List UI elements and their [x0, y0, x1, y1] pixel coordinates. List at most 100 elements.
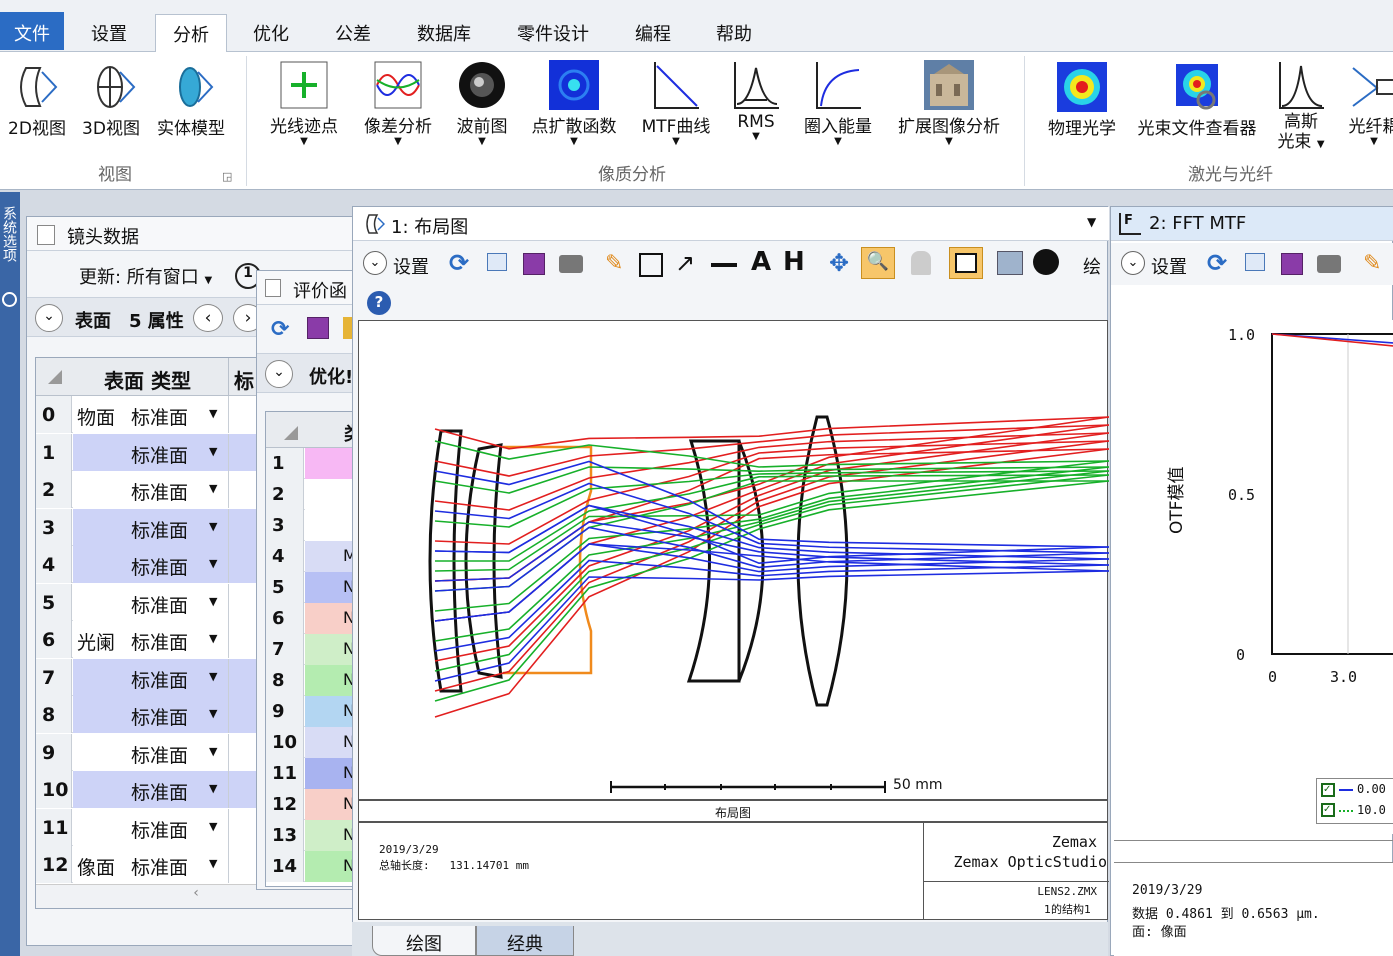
dropdown-icon[interactable]: ▼ — [209, 520, 217, 533]
row-number[interactable]: 9 — [266, 696, 304, 727]
operand-cell[interactable]: N — [305, 665, 355, 696]
legend-check-icon[interactable]: ✓ — [1321, 783, 1335, 797]
column-header-type[interactable]: 表面 类型 — [104, 365, 191, 394]
operand-cell[interactable]: M — [305, 541, 355, 572]
grid-icon[interactable] — [949, 247, 983, 279]
operand-cell[interactable] — [305, 510, 355, 541]
operand-cell[interactable]: N — [305, 758, 355, 789]
row-number[interactable]: 8 — [266, 665, 304, 696]
surface-type-cell[interactable]: 标准面 ▼ — [73, 433, 228, 471]
surface-type-cell[interactable]: 标准面 ▼ — [73, 546, 228, 583]
row-number[interactable]: 6 — [36, 621, 72, 658]
select-all-icon[interactable] — [48, 370, 62, 384]
row-number[interactable]: 9 — [36, 733, 72, 771]
surface-type-cell[interactable]: 标准面 ▼ — [73, 771, 228, 808]
print-icon[interactable] — [1317, 255, 1341, 273]
list-item[interactable]: 3 — [266, 510, 355, 541]
arrow-icon[interactable]: ↗ — [675, 249, 695, 277]
select-all-icon[interactable] — [284, 426, 298, 440]
gaussian-beam-button[interactable]: 高斯 光束 ▼ — [1268, 60, 1334, 152]
mtf-curve-button[interactable]: MTF曲线 ▼ — [634, 60, 718, 147]
operand-cell[interactable] — [305, 479, 355, 510]
encircled-energy-button[interactable]: 圈入能量 ▼ — [796, 60, 880, 147]
rms-button[interactable]: RMS ▼ — [726, 60, 786, 142]
chevron-left-icon[interactable]: ‹ — [193, 304, 223, 332]
list-item[interactable]: 2 — [266, 479, 355, 510]
row-number[interactable]: 5 — [266, 572, 304, 603]
row-number[interactable]: 10 — [36, 771, 72, 808]
surface-type-cell[interactable]: 标准面 ▼ — [73, 583, 228, 621]
surface-type-cell[interactable]: 标准面 ▼ — [73, 658, 228, 696]
row-number[interactable]: 4 — [266, 541, 304, 572]
menu-part-design[interactable]: 零件设计 — [504, 14, 602, 50]
menu-analysis[interactable]: 分析 — [155, 14, 227, 53]
psf-button[interactable]: 点扩散函数 ▼ — [522, 60, 626, 147]
group-expander-icon[interactable]: ◲ — [222, 170, 232, 183]
text-icon[interactable]: A — [751, 247, 771, 277]
tab-classic[interactable]: 经典 — [476, 926, 574, 956]
list-item[interactable]: 9N — [266, 696, 355, 727]
row-number[interactable]: 7 — [36, 658, 72, 696]
surface-type-cell[interactable]: 像面 标准面 ▼ — [73, 846, 228, 883]
extended-image-button[interactable]: 扩展图像分析 ▼ — [890, 60, 1008, 147]
fiber-coupling-button[interactable]: 光纤耦 ▼ — [1344, 60, 1393, 147]
save-icon[interactable] — [523, 253, 545, 275]
dimension-icon[interactable]: H — [783, 247, 805, 277]
row-number[interactable]: 7 — [266, 634, 304, 665]
help-icon[interactable]: ? — [367, 291, 391, 315]
mtf-settings-label[interactable]: 设置 — [1151, 253, 1187, 279]
dropdown-icon[interactable]: ▼ — [209, 595, 217, 608]
surface-type-cell[interactable]: 标准面 ▼ — [73, 696, 228, 733]
wavefront-button[interactable]: 波前图 ▼ — [450, 60, 514, 147]
list-item[interactable]: 8N — [266, 665, 355, 696]
row-number[interactable]: 10 — [266, 727, 304, 758]
save-icon[interactable] — [307, 317, 329, 339]
operand-cell[interactable]: N — [305, 572, 355, 603]
row-number[interactable]: 12 — [36, 846, 72, 883]
list-item[interactable]: 11 N — [266, 758, 355, 789]
operand-cell[interactable]: N — [305, 789, 355, 820]
chevron-down-icon[interactable]: ⌄ — [363, 251, 387, 275]
save-icon[interactable] — [1281, 253, 1303, 275]
rectangle-icon[interactable] — [639, 253, 663, 277]
row-number[interactable]: 2 — [36, 471, 72, 508]
menu-settings[interactable]: 设置 — [76, 14, 142, 50]
row-number[interactable]: 1 — [36, 433, 72, 471]
operand-cell[interactable]: N — [305, 727, 355, 758]
chevron-down-icon[interactable]: ⌄ — [265, 360, 293, 388]
3d-view-button[interactable]: 3D视图 — [78, 62, 144, 139]
dropdown-icon[interactable]: ▼ — [209, 407, 217, 420]
ray-trace-button[interactable]: 光线迹点 ▼ — [262, 60, 346, 147]
lock-icon[interactable] — [911, 251, 931, 275]
row-number[interactable]: 2 — [266, 479, 304, 510]
dropdown-icon[interactable]: ▼ — [209, 782, 217, 795]
row-number[interactable]: 11 — [36, 808, 72, 846]
list-item[interactable]: 14 N — [266, 851, 355, 882]
operand-cell[interactable]: N — [305, 603, 355, 634]
list-item[interactable]: 13 N — [266, 820, 355, 851]
dropdown-icon[interactable]: ▼ — [209, 707, 217, 720]
row-number[interactable]: 12 — [266, 789, 304, 820]
column-header-next[interactable]: 标 — [234, 365, 254, 394]
row-number[interactable]: 4 — [36, 546, 72, 583]
dropdown-icon[interactable]: ▼ — [209, 445, 217, 458]
physical-optics-button[interactable]: 物理光学 — [1040, 62, 1124, 139]
layout-canvas[interactable]: 50 mm — [358, 320, 1110, 800]
row-number[interactable]: 3 — [36, 508, 72, 546]
surface-type-cell[interactable]: 标准面 ▼ — [73, 508, 228, 546]
surface-type-cell[interactable]: 物面 标准面 ▼ — [73, 396, 228, 433]
row-number[interactable]: 11 — [266, 758, 304, 789]
dropdown-icon[interactable]: ▼ — [209, 745, 217, 758]
draw-label[interactable]: 绘 — [1083, 253, 1101, 279]
row-number[interactable]: 5 — [36, 583, 72, 621]
window-menu-icon[interactable]: ▼ — [1087, 215, 1096, 229]
beam-file-viewer-button[interactable]: 光束文件查看器 — [1130, 62, 1264, 139]
refresh-icon[interactable]: ⟳ — [449, 249, 469, 277]
row-number[interactable]: 0 — [36, 396, 72, 433]
settings-label[interactable]: 设置 — [393, 253, 429, 279]
dropdown-icon[interactable]: ▼ — [209, 557, 217, 570]
menu-help[interactable]: 帮助 — [702, 14, 766, 50]
operand-cell[interactable]: N — [305, 696, 355, 727]
menu-file[interactable]: 文件 — [0, 12, 64, 50]
chevron-down-icon[interactable]: ⌄ — [35, 304, 63, 332]
